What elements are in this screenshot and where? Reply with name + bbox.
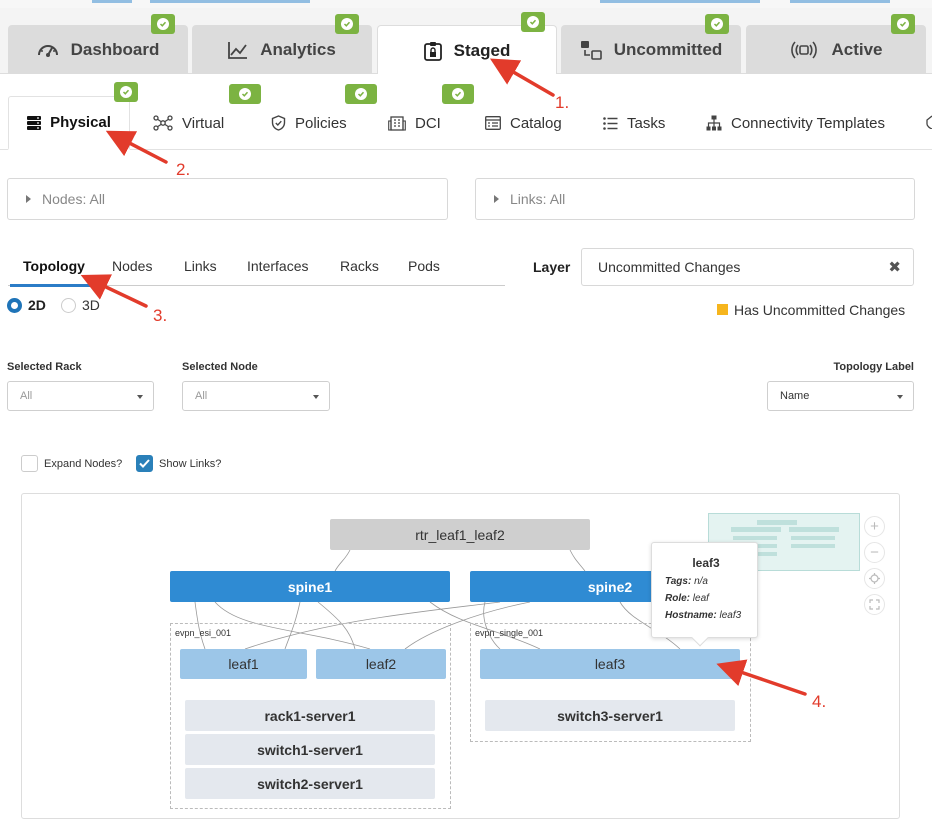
annotation-label: 2.	[176, 160, 191, 179]
arrow-1	[489, 58, 555, 97]
annotation-label: 1.	[555, 93, 570, 112]
arrow-4	[716, 659, 807, 696]
annotation-label: 4.	[812, 692, 827, 711]
arrow-2	[105, 130, 168, 164]
arrow-3	[80, 274, 148, 308]
annotation-label: 3.	[153, 306, 168, 325]
annotation-arrows	[80, 58, 807, 696]
